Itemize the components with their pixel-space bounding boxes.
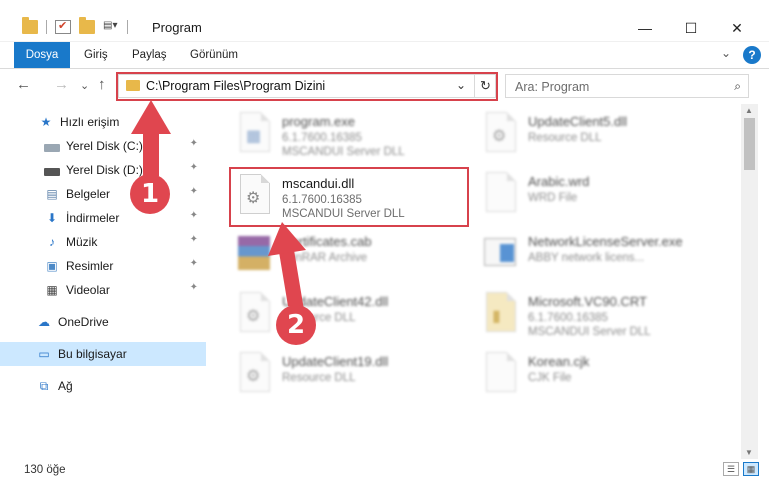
- arrow-2-head: [268, 222, 306, 256]
- arrow-2-shaft: [278, 246, 304, 310]
- annotation-arrows: [131, 100, 306, 310]
- arrow-1-head: [131, 100, 171, 134]
- arrow-1-shaft: [143, 128, 159, 176]
- step-badge-2: 2: [276, 305, 316, 345]
- step-badge-1: 1: [130, 174, 170, 214]
